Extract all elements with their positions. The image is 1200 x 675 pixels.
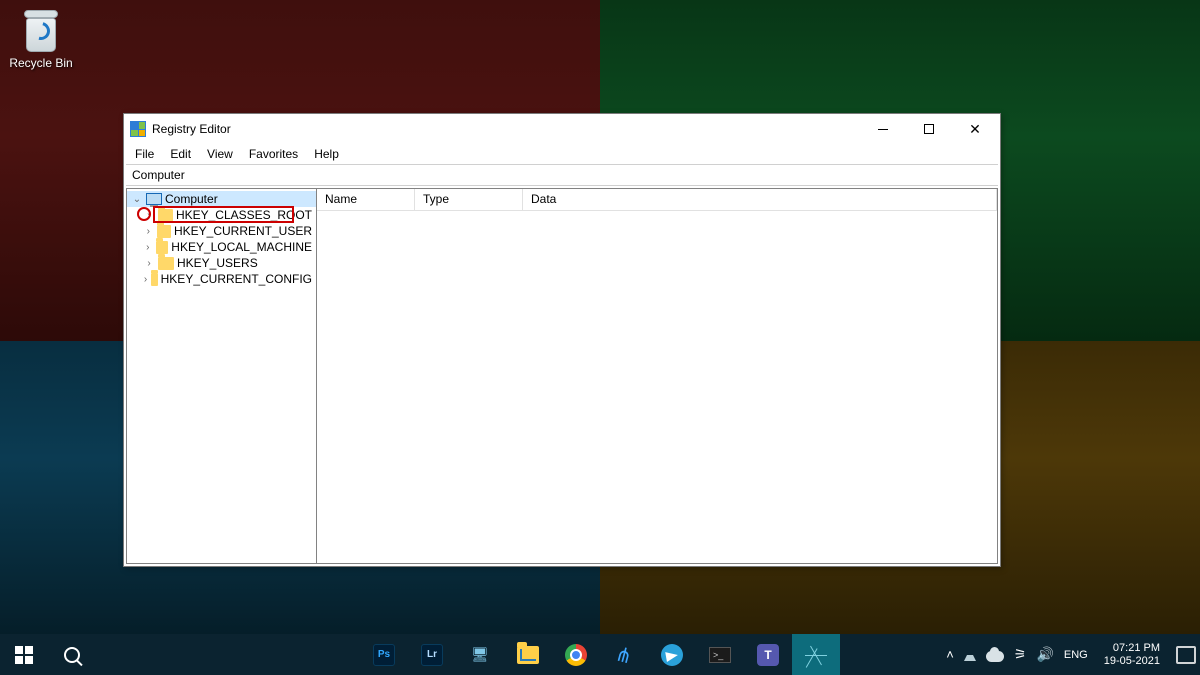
monitor-icon: 🖥 bbox=[468, 643, 492, 667]
address-bar[interactable] bbox=[126, 164, 998, 186]
menubar: File Edit View Favorites Help bbox=[124, 144, 1000, 164]
close-button[interactable]: ✕ bbox=[952, 114, 998, 144]
recycle-bin[interactable]: Recycle Bin bbox=[6, 8, 76, 70]
folder-icon bbox=[158, 257, 174, 270]
taskbar-app-teams[interactable] bbox=[744, 634, 792, 675]
maximize-icon bbox=[924, 124, 934, 134]
recycle-bin-icon bbox=[20, 8, 62, 52]
clock-time: 07:21 PM bbox=[1104, 642, 1160, 655]
desktop[interactable]: Recycle Bin Registry Editor ✕ File Edit … bbox=[0, 0, 1200, 675]
expand-icon[interactable]: › bbox=[143, 274, 148, 285]
telegram-icon bbox=[661, 644, 683, 666]
minimize-icon bbox=[878, 129, 888, 130]
titlebar[interactable]: Registry Editor ✕ bbox=[124, 114, 1000, 144]
computer-icon bbox=[146, 193, 162, 205]
folder-icon bbox=[157, 225, 171, 238]
address-input[interactable] bbox=[126, 165, 998, 185]
tree-node-computer[interactable]: ⌄ Computer bbox=[127, 191, 316, 207]
tray-notifications-icon[interactable] bbox=[1176, 646, 1196, 664]
tree-label: Computer bbox=[165, 192, 218, 206]
maximize-button[interactable] bbox=[906, 114, 952, 144]
tray-onedrive-icon[interactable] bbox=[986, 651, 1004, 662]
menu-edit[interactable]: Edit bbox=[163, 146, 198, 162]
terminal-icon: >_ bbox=[709, 647, 731, 663]
taskbar-app-telegram[interactable] bbox=[648, 634, 696, 675]
taskbar-app-photoshop[interactable]: Ps bbox=[360, 634, 408, 675]
tree-label: HKEY_CURRENT_CONFIG bbox=[161, 272, 312, 286]
values-pane[interactable]: Name Type Data bbox=[317, 189, 997, 563]
windows-icon bbox=[15, 646, 33, 664]
menu-help[interactable]: Help bbox=[307, 146, 346, 162]
tree-node-hkcr[interactable]: › HKEY_CLASSES_ROOT bbox=[127, 207, 316, 223]
taskbar-app-lightroom[interactable]: Lr bbox=[408, 634, 456, 675]
tray-clock[interactable]: 07:21 PM 19-05-2021 bbox=[1098, 642, 1166, 668]
tree-pane[interactable]: ⌄ Computer › HKEY_CLASSES_ROOT › bbox=[127, 189, 317, 563]
tree-label: HKEY_CURRENT_USER bbox=[174, 224, 312, 238]
menu-favorites[interactable]: Favorites bbox=[242, 146, 305, 162]
regedit-icon bbox=[130, 121, 146, 137]
column-header-type[interactable]: Type bbox=[415, 189, 523, 210]
collapse-icon[interactable]: ⌄ bbox=[131, 194, 143, 205]
snowflake-icon bbox=[805, 644, 827, 666]
registry-editor-window[interactable]: Registry Editor ✕ File Edit View Favorit… bbox=[123, 113, 1001, 567]
tray-language[interactable]: ENG bbox=[1064, 649, 1088, 661]
recycle-bin-label: Recycle Bin bbox=[6, 56, 76, 70]
column-header-data[interactable]: Data bbox=[523, 189, 997, 210]
tree-node-hkcu[interactable]: › HKEY_CURRENT_USER bbox=[127, 223, 316, 239]
tree-node-hkcc[interactable]: › HKEY_CURRENT_CONFIG bbox=[127, 271, 316, 287]
chrome-icon bbox=[565, 644, 587, 666]
photoshop-icon: Ps bbox=[373, 644, 395, 666]
taskbar: Ps Lr 🖥 ⋔ >_ ˄ ⚞ bbox=[0, 634, 1200, 675]
search-icon bbox=[64, 647, 80, 663]
taskbar-app-desktop[interactable]: 🖥 bbox=[456, 634, 504, 675]
taskbar-app-chrome[interactable] bbox=[552, 634, 600, 675]
column-header-name[interactable]: Name bbox=[317, 189, 415, 210]
column-headers: Name Type Data bbox=[317, 189, 997, 211]
menu-view[interactable]: View bbox=[200, 146, 240, 162]
taskbar-app-terminal[interactable]: >_ bbox=[696, 634, 744, 675]
folder-icon bbox=[151, 273, 158, 286]
file-explorer-icon bbox=[517, 646, 539, 664]
window-title: Registry Editor bbox=[152, 122, 231, 136]
clock-date: 19-05-2021 bbox=[1104, 655, 1160, 668]
tree-label: HKEY_USERS bbox=[177, 256, 258, 270]
expand-icon[interactable]: › bbox=[143, 226, 154, 237]
tray-app-icon[interactable] bbox=[964, 655, 976, 661]
vscode-icon: ⋔ bbox=[609, 640, 638, 669]
teams-icon bbox=[757, 644, 779, 666]
search-button[interactable] bbox=[48, 634, 96, 675]
taskbar-app-active[interactable] bbox=[792, 634, 840, 675]
tree-label: HKEY_LOCAL_MACHINE bbox=[171, 240, 312, 254]
expand-icon[interactable]: › bbox=[143, 210, 155, 221]
tray-volume-icon[interactable]: 🔊 bbox=[1036, 646, 1053, 663]
tray-chevron-icon[interactable]: ˄ bbox=[946, 647, 954, 662]
expand-icon[interactable]: › bbox=[143, 258, 155, 269]
folder-icon bbox=[156, 241, 169, 254]
folder-icon bbox=[158, 209, 173, 222]
tree-node-hku[interactable]: › HKEY_USERS bbox=[127, 255, 316, 271]
tray-wifi-icon[interactable]: ⚞ bbox=[1014, 646, 1027, 663]
tree-label: HKEY_CLASSES_ROOT bbox=[176, 208, 312, 222]
expand-icon[interactable]: › bbox=[143, 242, 153, 253]
taskbar-app-explorer[interactable] bbox=[504, 634, 552, 675]
lightroom-icon: Lr bbox=[421, 644, 443, 666]
minimize-button[interactable] bbox=[860, 114, 906, 144]
taskbar-app-vscode[interactable]: ⋔ bbox=[600, 634, 648, 675]
content-panes: ⌄ Computer › HKEY_CLASSES_ROOT › bbox=[126, 188, 998, 564]
tree-node-hklm[interactable]: › HKEY_LOCAL_MACHINE bbox=[127, 239, 316, 255]
start-button[interactable] bbox=[0, 634, 48, 675]
menu-file[interactable]: File bbox=[128, 146, 161, 162]
